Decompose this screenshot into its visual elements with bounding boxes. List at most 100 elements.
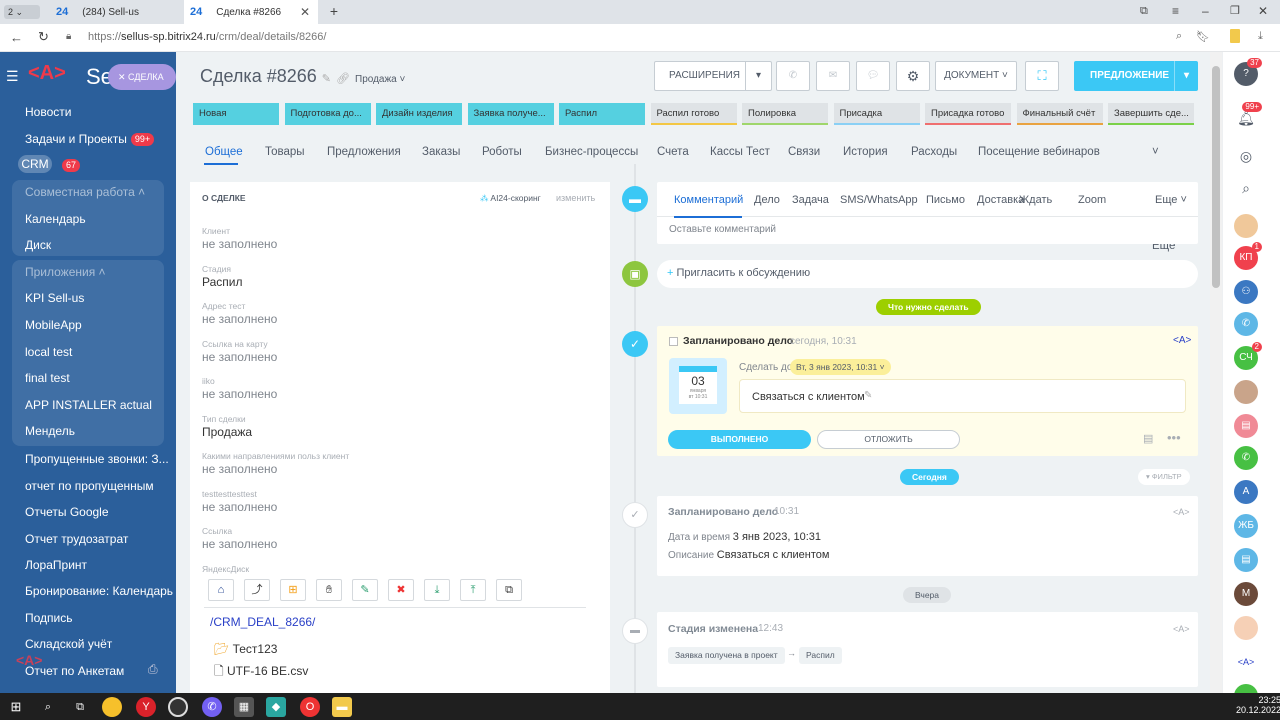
note-icon[interactable]: ▤	[1143, 432, 1153, 445]
complete-checkbox[interactable]	[669, 337, 678, 346]
sidebar-item-loraprint[interactable]: ЛораПринт	[25, 558, 87, 572]
chat-icon[interactable]: ▤	[1234, 414, 1258, 438]
chat-icon[interactable]: ▤	[1234, 548, 1258, 572]
phone-icon[interactable]: ✆	[1234, 312, 1258, 336]
windows-start-icon[interactable]: ⊞	[6, 697, 26, 717]
link-icon[interactable]: 🔗︎	[336, 73, 350, 85]
tab-orders[interactable]: Заказы	[422, 146, 460, 158]
fullscreen-button[interactable]: ⛶	[1025, 61, 1059, 91]
hamburger-icon[interactable]: ☰	[6, 68, 19, 85]
settings-button[interactable]: ⚙	[896, 61, 930, 91]
edit-link[interactable]: изменить	[556, 193, 595, 203]
done-button[interactable]: ВЫПОЛНЕНО	[668, 430, 811, 449]
close-slider-button[interactable]: ✕ СДЕЛКА	[108, 64, 176, 90]
sidebar-item-tasks[interactable]: Задачи и Проекты 99+	[25, 132, 155, 147]
sidebar-item-warehouse[interactable]: Складской учёт	[25, 637, 112, 651]
task-view-icon[interactable]: ⧉	[70, 697, 90, 717]
browser-tab-deal[interactable]: 24 Сделка #8266 ✕	[184, 0, 318, 24]
timeline-tab[interactable]: SMS/WhatsApp	[840, 194, 918, 206]
stage-5[interactable]: Распил	[559, 103, 645, 125]
stage-9[interactable]: Присадка готово	[925, 103, 1011, 125]
hand-icon[interactable]: ✋︎	[316, 579, 342, 601]
timeline-tab[interactable]: Ждать	[1019, 194, 1052, 206]
menu-icon[interactable]: ≡	[1172, 4, 1179, 18]
url-field[interactable]: https://sellus-sp.bitrix24.ru/crm/deal/d…	[88, 31, 326, 43]
tab-proposals[interactable]: Предложения	[327, 146, 401, 158]
deadline-pill[interactable]: Вт, 3 янв 2023, 10:31 ˅	[790, 359, 891, 375]
close-window-icon[interactable]: ✕	[1258, 4, 1268, 18]
timeline-tab[interactable]: Еще ˅	[1155, 194, 1187, 206]
sidebar-item-crm[interactable]: CRM	[18, 155, 52, 173]
stage-2[interactable]: Подготовка до...	[284, 103, 371, 125]
search-icon[interactable]: ⌕	[38, 697, 58, 717]
viber-icon[interactable]: ✆	[202, 697, 222, 717]
postpone-button[interactable]: ОТЛОЖИТЬ	[817, 430, 960, 449]
comment-input[interactable]: Оставьте комментарий	[669, 224, 776, 235]
chat-m[interactable]: М	[1234, 582, 1258, 606]
sidebar-item-calendar[interactable]: Календарь	[25, 212, 86, 226]
timeline-tab[interactable]: Zoom	[1078, 194, 1106, 206]
call-button[interactable]: ✆	[776, 61, 810, 91]
tab-more[interactable]: Еще ˅	[1152, 146, 1175, 252]
edit-title-icon[interactable]: ✎	[322, 73, 331, 85]
sidebar-item-app-installer[interactable]: APP INSTALLER actual	[25, 398, 152, 412]
download-icon[interactable]: ⤓	[424, 579, 450, 601]
timeline-tab[interactable]: Задача	[792, 194, 829, 206]
sidebar-item-disk[interactable]: Диск	[25, 238, 51, 252]
notifications-icon[interactable]: 🔔︎ 99+	[1234, 102, 1262, 130]
zoom-icon[interactable]: ⌕	[1176, 30, 1182, 43]
disk-folder[interactable]: 📂︎ Тест123	[214, 642, 277, 656]
maximize-icon[interactable]: ❐	[1230, 4, 1240, 17]
sidebar-item-missed-calls[interactable]: Пропущенные звонки: З...	[25, 452, 169, 466]
category-select[interactable]: Продажа ˅	[355, 74, 405, 85]
filter-button[interactable]: ▾ ФИЛЬТР	[1138, 469, 1190, 485]
tab-expenses[interactable]: Расходы	[911, 146, 957, 158]
email-button[interactable]: ✉	[816, 61, 850, 91]
timeline-tab[interactable]: Доставка	[977, 194, 1024, 206]
chat-button[interactable]: 💬︎	[856, 61, 890, 91]
app-icon[interactable]: ◆	[266, 697, 286, 717]
tab-general[interactable]: Общее	[205, 146, 243, 158]
bitrix-logo-icon[interactable]: A	[1234, 480, 1258, 504]
sidebar-item-mendel[interactable]: Мендель	[25, 424, 75, 438]
stage-8[interactable]: Присадка	[833, 103, 920, 125]
close-tab-icon[interactable]: ✕	[300, 0, 310, 24]
sidebar-group-apps[interactable]: Приложения ˄	[25, 265, 106, 279]
sidebar-item-news[interactable]: Новости	[25, 105, 71, 119]
opera-icon[interactable]: O	[300, 697, 320, 717]
timeline-tab[interactable]: Письмо	[926, 194, 965, 206]
group-icon[interactable]: ⚇	[1234, 280, 1258, 304]
sidebar-item-kpi[interactable]: KPI Sell-us	[25, 291, 84, 305]
invite-bar[interactable]: + Пригласить к обсуждению	[657, 260, 1198, 288]
sidebar-item-google-reports[interactable]: Отчеты Google	[25, 505, 109, 519]
chat-zhb[interactable]: ЖБ	[1234, 514, 1258, 538]
sidebar-item-missed-report[interactable]: отчет по пропущенным	[25, 479, 154, 493]
print-icon[interactable]: ⎙	[148, 662, 158, 677]
clock[interactable]: 23:25 20.12.2022	[1236, 695, 1280, 715]
stage-7[interactable]: Полировка	[742, 103, 828, 125]
minimize-icon[interactable]: –	[1202, 4, 1209, 18]
more-icon[interactable]: •••	[1167, 430, 1181, 445]
help-icon[interactable]: ? 37	[1234, 58, 1262, 86]
messenger-icon[interactable]: ◎	[1234, 144, 1258, 168]
pencil-icon[interactable]: ✎	[864, 390, 872, 401]
chat-sch[interactable]: СЧ 2	[1234, 342, 1262, 370]
browser-tab-sellus[interactable]: 24 (284) Sell-us	[50, 0, 184, 24]
avatar[interactable]	[1234, 616, 1258, 640]
sidebar-item-booking[interactable]: Бронирование: Календарь	[25, 584, 173, 598]
bookmark-icon[interactable]: 🔖︎	[1196, 30, 1210, 43]
back-icon[interactable]: ←	[10, 30, 23, 45]
chrome-icon[interactable]	[102, 697, 122, 717]
copy-icon[interactable]: ⧉	[496, 579, 522, 601]
sidebar-item-final-test[interactable]: final test	[25, 371, 70, 385]
sidebar-item-mobileapp[interactable]: MobileApp	[25, 318, 82, 332]
home-icon[interactable]: ⌂	[208, 579, 234, 601]
tab-robots[interactable]: Роботы	[482, 146, 522, 158]
tab-products[interactable]: Товары	[265, 146, 305, 158]
delete-icon[interactable]: ✖	[388, 579, 414, 601]
up-icon[interactable]: ⤴	[244, 579, 270, 601]
document-button[interactable]: ДОКУМЕНТ ˅	[935, 61, 1017, 91]
search-icon[interactable]: ⌕	[1234, 176, 1258, 200]
ai-scoring-link[interactable]: ⁂ AI24-скоринг	[480, 193, 541, 204]
bitrix-logo-icon[interactable]: <A>	[1234, 650, 1258, 674]
